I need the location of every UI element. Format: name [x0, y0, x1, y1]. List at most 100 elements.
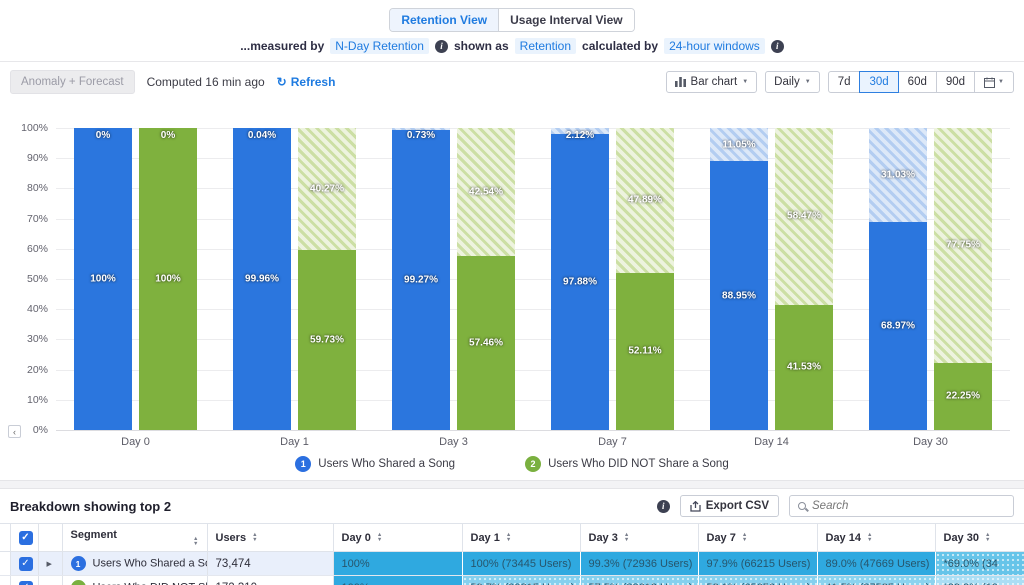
x-axis-label: Day 3 [374, 436, 533, 448]
retention-cell[interactable]: 99.3% (72936 Users) [580, 552, 698, 576]
window-type-link[interactable]: 24-hour windows [664, 38, 765, 54]
sort-icon[interactable]: ▲▼ [742, 533, 747, 542]
retention-cell[interactable]: 59.7% (99815 Users) [462, 576, 580, 585]
info-icon[interactable]: i [435, 40, 448, 53]
breakdown-actions: i Export CSV [657, 495, 1014, 517]
sort-down-icon: ▼ [624, 538, 629, 543]
sort-icon[interactable]: ▲▼ [506, 533, 511, 542]
column-header-day-3[interactable]: Day 3▲▼ [580, 524, 698, 552]
hatch-value-label: 58.47% [787, 211, 821, 222]
row-expand-cell[interactable]: ▶ [38, 552, 62, 576]
y-axis-tick-label: 70% [8, 213, 48, 225]
export-csv-button[interactable]: Export CSV [680, 495, 779, 517]
column-header-users[interactable]: Users▲▼ [207, 524, 333, 552]
x-axis-labels: Day 0Day 1Day 3Day 7Day 14Day 30 [56, 436, 1010, 448]
view-tab-toggle: Retention ViewUsage Interval View [0, 8, 1024, 32]
retention-cell[interactable]: 100% [333, 576, 462, 585]
hatch-value-label: 31.03% [881, 169, 915, 180]
y-axis-tick-label: 100% [8, 122, 48, 134]
retention-cell[interactable]: 52.1% (65656 Users) [698, 576, 817, 585]
column-header-segment[interactable]: Segment▲▼ [62, 524, 207, 552]
measured-by-label: ...measured by [240, 39, 324, 53]
row-checkbox[interactable]: ✓ [19, 531, 33, 545]
green-bar[interactable]: 22.25%77.75% [934, 128, 992, 430]
green-bar[interactable]: 57.46%42.54% [457, 128, 515, 430]
retention-cell[interactable]: *22.3% (19 [935, 576, 1024, 585]
sort-icon[interactable]: ▲▼ [252, 533, 257, 542]
range-button-30d[interactable]: 30d [859, 71, 898, 93]
tab-retention-view[interactable]: Retention View [390, 9, 498, 31]
chart-collapse-button[interactable]: ‹ [8, 425, 21, 438]
column-header-day-30[interactable]: Day 30▲▼ [935, 524, 1024, 552]
y-axis-tick-label: 80% [8, 182, 48, 194]
refresh-button[interactable]: ↻Refresh [277, 75, 336, 89]
legend-item[interactable]: 2Users Who DID NOT Share a Song [525, 456, 729, 472]
bar-group-day-0: 100%0%100%0% [56, 128, 215, 430]
solid-value-label: 88.95% [722, 290, 756, 301]
retention-cell[interactable]: *69.0% (34 [935, 552, 1024, 576]
row-checkbox[interactable]: ✓ [19, 557, 33, 571]
select-all-header: ✓ [10, 524, 38, 552]
solid-value-label: 97.88% [563, 277, 597, 288]
column-header-day-7[interactable]: Day 7▲▼ [698, 524, 817, 552]
shown-as-link[interactable]: Retention [515, 38, 576, 54]
hatch-value-label: 42.54% [469, 187, 503, 198]
legend-series-dot: 2 [525, 456, 541, 472]
tab-usage-interval-view[interactable]: Usage Interval View [498, 9, 634, 31]
retention-cell[interactable]: 97.9% (66215 Users) [698, 552, 817, 576]
row-expand-cell[interactable]: ▶ [38, 576, 62, 585]
solid-value-label: 41.53% [787, 362, 821, 373]
measure-type-link[interactable]: N-Day Retention [330, 38, 429, 54]
sort-icon[interactable]: ▲▼ [193, 537, 198, 546]
green-bar[interactable]: 52.11%47.89% [616, 128, 674, 430]
blue-bar[interactable]: 88.95% 11.05% [710, 128, 768, 430]
bar-group-day-30: 68.97%31.03%22.25%77.75% [851, 128, 1010, 430]
range-button-90d[interactable]: 90d [936, 71, 975, 93]
range-button-60d[interactable]: 60d [898, 71, 937, 93]
row-checkbox[interactable]: ✓ [19, 581, 33, 585]
green-bar[interactable]: 41.53% 58.47% [775, 128, 833, 430]
info-icon[interactable]: i [657, 500, 670, 513]
retention-cell[interactable]: 41.5% (37525 Users) [817, 576, 935, 585]
chevron-down-icon: ▼ [998, 79, 1004, 85]
info-icon[interactable]: i [771, 40, 784, 53]
gutter-header [0, 524, 10, 552]
sort-down-icon: ▼ [377, 538, 382, 543]
chart-type-dropdown[interactable]: Bar chart▼ [666, 71, 758, 93]
column-header-day-0[interactable]: Day 0 ▲▼ [333, 524, 462, 552]
range-button-7d[interactable]: 7d [828, 71, 861, 93]
blue-bar[interactable]: 99.27%0.73% [392, 128, 450, 430]
blue-bar[interactable]: 100%0% [74, 128, 132, 430]
retention-cell[interactable]: 57.5% (88612 Users) [580, 576, 698, 585]
legend-item[interactable]: 1Users Who Shared a Song [295, 456, 455, 472]
blue-bar[interactable]: 68.97%31.03% [869, 128, 927, 430]
bar-group-day-7: 97.88%2.12%52.11%47.89% [533, 128, 692, 430]
sort-icon[interactable]: ▲▼ [867, 533, 872, 542]
granularity-dropdown[interactable]: Daily▼ [765, 71, 820, 93]
x-axis-label: Day 1 [215, 436, 374, 448]
date-range-group: 7d30d60d90d ▼ [828, 71, 1014, 93]
green-bar[interactable]: 59.73%40.27% [298, 128, 356, 430]
segment-cell[interactable]: 1Users Who Shared a Song [62, 552, 207, 576]
blue-bar[interactable]: 99.96%0.04% [233, 128, 291, 430]
retention-cell[interactable]: 100% [333, 552, 462, 576]
retention-cell[interactable]: 100% (73445 Users) [462, 552, 580, 576]
retention-cell[interactable]: 89.0% (47669 Users) [817, 552, 935, 576]
segment-cell[interactable]: 2Users Who DID NOT Share a Song [62, 576, 207, 585]
column-header-label: Day 0 [342, 532, 371, 544]
sort-icon[interactable]: ▲▼ [377, 533, 382, 542]
calendar-range-button[interactable]: ▼ [974, 71, 1014, 93]
column-header-day-1[interactable]: Day 1▲▼ [462, 524, 580, 552]
blue-bar[interactable]: 97.88%2.12% [551, 128, 609, 430]
bar-group-day-14: 88.95% 11.05% 41.53% 58.47% [692, 128, 851, 430]
green-bar[interactable]: 100%0% [139, 128, 197, 430]
column-header-day-14[interactable]: Day 14▲▼ [817, 524, 935, 552]
sort-icon[interactable]: ▲▼ [985, 533, 990, 542]
hatch-value-label: 11.05% [722, 139, 755, 150]
chart-legend: 1Users Who Shared a Song 2Users Who DID N… [0, 456, 1024, 472]
hatch-value-label: 0.04% [248, 130, 276, 141]
search-input[interactable] [812, 500, 1005, 512]
anomaly-forecast-button[interactable]: Anomaly + Forecast [10, 70, 135, 94]
sort-down-icon: ▼ [506, 538, 511, 543]
sort-icon[interactable]: ▲▼ [624, 533, 629, 542]
